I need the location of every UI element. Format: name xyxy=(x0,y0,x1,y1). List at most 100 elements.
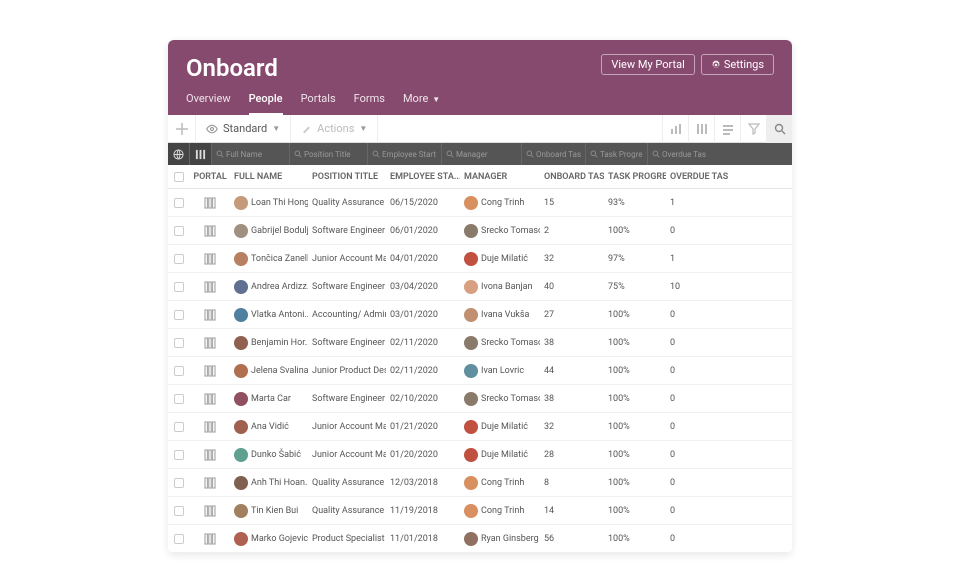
filter-position-input[interactable] xyxy=(304,150,363,159)
portal-link[interactable] xyxy=(190,393,230,405)
tab-forms[interactable]: Forms xyxy=(354,92,385,115)
col-full-name[interactable]: FULL NAME xyxy=(230,172,308,182)
tab-overview[interactable]: Overview xyxy=(186,92,231,115)
table-row[interactable]: Tin Kien BuiQuality Assurance ...11/19/2… xyxy=(168,497,792,525)
settings-button[interactable]: Settings xyxy=(701,54,774,75)
col-position[interactable]: POSITION TITLE xyxy=(308,172,386,182)
view-portal-button[interactable]: View My Portal xyxy=(601,54,694,75)
row-checkbox[interactable] xyxy=(174,534,184,544)
filter-button[interactable] xyxy=(740,115,766,143)
table-row[interactable]: Tončica ZanellaJunior Account Ma...04/01… xyxy=(168,245,792,273)
col-manager[interactable]: MANAGER xyxy=(460,172,540,182)
col-portal[interactable]: PORTAL xyxy=(190,172,230,182)
row-checkbox[interactable] xyxy=(174,506,184,516)
columns-button[interactable] xyxy=(688,115,714,143)
row-checkbox[interactable] xyxy=(174,226,184,236)
portal-link[interactable] xyxy=(190,505,230,517)
select-all-checkbox[interactable] xyxy=(174,172,184,182)
tab-people[interactable]: People xyxy=(249,92,283,115)
portal-link[interactable] xyxy=(190,533,230,545)
employee-name[interactable]: Andrea Ardizz... xyxy=(230,280,308,294)
manager-cell[interactable]: Ivana Vukša xyxy=(460,308,540,322)
employee-name[interactable]: Vlatka Antoni... xyxy=(230,308,308,322)
row-checkbox[interactable] xyxy=(174,254,184,264)
employee-name[interactable]: Ana Vidić xyxy=(230,420,308,434)
employee-name[interactable]: Benjamin Hor... xyxy=(230,336,308,350)
manager-cell[interactable]: Duje Milatić xyxy=(460,448,540,462)
portal-link[interactable] xyxy=(190,337,230,349)
manager-cell[interactable]: Ivan Lovric xyxy=(460,364,540,378)
add-button[interactable] xyxy=(168,115,196,143)
table-row[interactable]: Anh Thi Hoan...Quality Assurance ...12/0… xyxy=(168,469,792,497)
manager-cell[interactable]: Ryan Ginsberg xyxy=(460,532,540,546)
chart-button[interactable] xyxy=(662,115,688,143)
table-row[interactable]: Benjamin Hor...Software Engineer I...02/… xyxy=(168,329,792,357)
filter-name-input[interactable] xyxy=(226,150,285,159)
row-checkbox[interactable] xyxy=(174,450,184,460)
manager-cell[interactable]: Srecko Tomaso... xyxy=(460,224,540,238)
table-row[interactable]: Andrea Ardizz...Software Engineer I...03… xyxy=(168,273,792,301)
employee-name[interactable]: Jelena Svalina xyxy=(230,364,308,378)
portal-link[interactable] xyxy=(190,477,230,489)
manager-cell[interactable]: Cong Trinh xyxy=(460,504,540,518)
row-checkbox[interactable] xyxy=(174,338,184,348)
table-row[interactable]: Marta CarSoftware Engineer I...02/10/202… xyxy=(168,385,792,413)
portal-link[interactable] xyxy=(190,309,230,321)
row-checkbox[interactable] xyxy=(174,366,184,376)
manager-cell[interactable]: Duje Milatić xyxy=(460,252,540,266)
col-overdue[interactable]: OVERDUE TASKS xyxy=(666,172,728,182)
portal-link[interactable] xyxy=(190,197,230,209)
portal-link[interactable] xyxy=(190,365,230,377)
table-row[interactable]: Jelena SvalinaJunior Product Desi...02/1… xyxy=(168,357,792,385)
row-checkbox[interactable] xyxy=(174,422,184,432)
portal-link[interactable] xyxy=(190,225,230,237)
row-checkbox[interactable] xyxy=(174,394,184,404)
employee-name[interactable]: Anh Thi Hoan... xyxy=(230,476,308,490)
employee-name[interactable]: Dunko Šabić xyxy=(230,448,308,462)
portal-link[interactable] xyxy=(190,253,230,265)
table-row[interactable]: Ana VidićJunior Account Ma...01/21/2020D… xyxy=(168,413,792,441)
tab-more[interactable]: More ▼ xyxy=(403,92,440,115)
employee-name[interactable]: Gabrijel Bodulj... xyxy=(230,224,308,238)
manager-cell[interactable]: Srecko Tomaso... xyxy=(460,336,540,350)
search-button[interactable] xyxy=(766,115,792,143)
portal-link[interactable] xyxy=(190,421,230,433)
table-row[interactable]: Loan Thi Hong...Quality Assurance ...06/… xyxy=(168,189,792,217)
manager-cell[interactable]: Cong Trinh xyxy=(460,196,540,210)
table-row[interactable]: Gabrijel Bodulj...Software Engineer I...… xyxy=(168,217,792,245)
filter-overdue-input[interactable] xyxy=(662,150,706,159)
filter-portal[interactable] xyxy=(190,143,212,165)
table-row[interactable]: Dunko ŠabićJunior Account Ma...01/20/202… xyxy=(168,441,792,469)
name-text: Marko Gojevic xyxy=(251,534,308,544)
manager-cell[interactable]: Srecko Tomaso... xyxy=(460,392,540,406)
employee-name[interactable]: Tončica Zanella xyxy=(230,252,308,266)
employee-name[interactable]: Tin Kien Bui xyxy=(230,504,308,518)
row-checkbox[interactable] xyxy=(174,310,184,320)
col-progress[interactable]: TASK PROGRESS xyxy=(604,172,666,182)
row-checkbox[interactable] xyxy=(174,282,184,292)
employee-name[interactable]: Marko Gojevic xyxy=(230,532,308,546)
col-start[interactable]: EMPLOYEE STA... xyxy=(386,172,460,182)
manager-cell[interactable]: Ivona Banjan xyxy=(460,280,540,294)
layout-button[interactable] xyxy=(714,115,740,143)
table-row[interactable]: Marko GojevicProduct Specialist11/01/201… xyxy=(168,525,792,553)
manager-cell[interactable]: Duje Milatić xyxy=(460,420,540,434)
portal-link[interactable] xyxy=(190,449,230,461)
filter-globe[interactable] xyxy=(168,143,190,165)
filter-start-input[interactable] xyxy=(382,150,437,159)
employee-name[interactable]: Marta Car xyxy=(230,392,308,406)
employee-name[interactable]: Loan Thi Hong... xyxy=(230,196,308,210)
portal-link[interactable] xyxy=(190,281,230,293)
view-dropdown[interactable]: Standard ▼ xyxy=(196,115,291,143)
row-checkbox[interactable] xyxy=(174,478,184,488)
filter-progress-input[interactable] xyxy=(600,150,643,159)
row-checkbox[interactable] xyxy=(174,198,184,208)
actions-dropdown[interactable]: Actions ▼ xyxy=(291,115,378,143)
tab-portals[interactable]: Portals xyxy=(301,92,336,115)
avatar xyxy=(464,504,478,518)
manager-cell[interactable]: Cong Trinh xyxy=(460,476,540,490)
table-row[interactable]: Vlatka Antoni...Accounting/ Admin...03/0… xyxy=(168,301,792,329)
col-tasks[interactable]: ONBOARD TASKS xyxy=(540,172,604,182)
filter-manager-input[interactable] xyxy=(456,150,517,159)
filter-tasks-input[interactable] xyxy=(536,150,581,159)
